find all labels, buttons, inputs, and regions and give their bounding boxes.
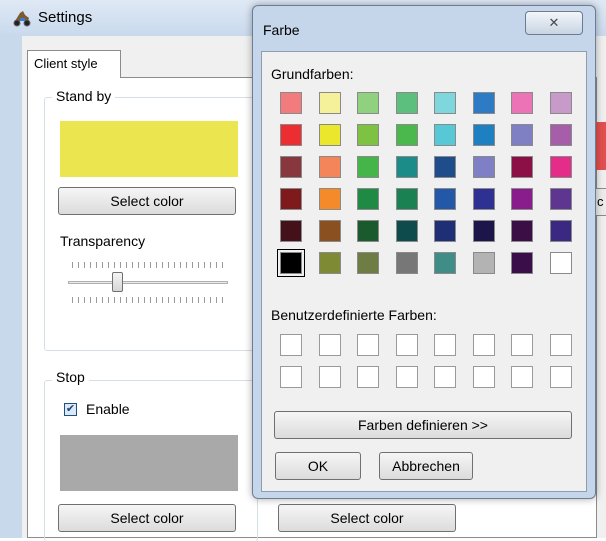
custom-color-swatch-0-3[interactable]	[395, 334, 418, 356]
standby-group-title: Stand by	[52, 88, 116, 104]
basic-color-swatch-0-0[interactable]	[280, 92, 302, 114]
basic-color-swatch-1-5[interactable]	[472, 124, 495, 146]
basic-color-swatch-5-5[interactable]	[472, 252, 495, 274]
basic-color-swatch-2-7[interactable]	[549, 156, 572, 178]
custom-color-swatch-0-4[interactable]	[434, 334, 456, 356]
basic-color-swatch-2-0[interactable]	[280, 156, 302, 178]
basic-color-swatch-2-5[interactable]	[472, 156, 495, 178]
window-frame-left	[0, 36, 22, 538]
basic-color-swatch-0-7[interactable]	[549, 92, 572, 114]
transparency-label: Transparency	[60, 233, 146, 249]
tab-client-style[interactable]: Client style	[27, 50, 121, 78]
basic-color-swatch-3-0[interactable]	[280, 188, 302, 210]
stop-group-title: Stop	[52, 369, 89, 385]
basic-color-swatch-2-3[interactable]	[395, 156, 418, 178]
custom-color-swatch-1-4[interactable]	[434, 366, 456, 388]
custom-color-swatch-1-7[interactable]	[549, 366, 572, 388]
basic-color-swatch-1-7[interactable]	[549, 124, 572, 146]
basic-color-swatch-2-4[interactable]	[434, 156, 456, 178]
standby-select-color-button[interactable]: Select color	[58, 187, 236, 215]
basic-color-swatch-5-3[interactable]	[395, 252, 418, 274]
basic-color-swatch-1-1[interactable]	[318, 124, 341, 146]
tab-client-style-label: Client style	[34, 56, 98, 71]
basic-color-swatch-1-4[interactable]	[434, 124, 456, 146]
basic-color-swatch-2-6[interactable]	[511, 156, 533, 178]
custom-color-swatch-0-7[interactable]	[549, 334, 572, 356]
basic-color-swatch-4-6[interactable]	[511, 220, 533, 242]
custom-color-swatch-1-2[interactable]	[357, 366, 379, 388]
right-color-preview	[596, 122, 606, 170]
basic-color-swatch-3-6[interactable]	[511, 188, 533, 210]
basic-color-swatch-3-4[interactable]	[434, 188, 456, 210]
basic-color-swatch-0-5[interactable]	[472, 92, 495, 114]
basic-color-swatch-5-4[interactable]	[434, 252, 456, 274]
basic-color-swatch-4-3[interactable]	[395, 220, 418, 242]
basic-color-swatch-4-5[interactable]	[472, 220, 495, 242]
slider-ticks-top	[72, 262, 226, 268]
basic-color-swatch-2-2[interactable]	[357, 156, 379, 178]
custom-color-swatch-1-5[interactable]	[472, 366, 495, 388]
basic-color-swatch-3-2[interactable]	[357, 188, 379, 210]
basic-color-swatch-4-1[interactable]	[318, 220, 341, 242]
farbe-dialog-client: Grundfarben: Benutzerdefinierte Farben: …	[261, 51, 587, 492]
basic-color-swatch-4-2[interactable]	[357, 220, 379, 242]
custom-color-swatch-1-0[interactable]	[280, 366, 302, 388]
custom-colors-label: Benutzerdefinierte Farben:	[271, 307, 437, 323]
basic-color-swatch-5-0[interactable]	[277, 249, 305, 277]
custom-color-swatch-0-1[interactable]	[318, 334, 341, 356]
basic-color-swatch-3-7[interactable]	[549, 188, 572, 210]
slider-track	[68, 281, 228, 284]
farbe-dialog-title: Farbe	[263, 22, 300, 38]
stop-select-color-button[interactable]: Select color	[58, 504, 236, 532]
basic-color-swatch-1-6[interactable]	[511, 124, 533, 146]
basic-color-swatch-0-3[interactable]	[395, 92, 418, 114]
custom-color-swatch-0-5[interactable]	[472, 334, 495, 356]
slider-ticks-bottom	[72, 297, 226, 303]
basic-color-swatch-4-0[interactable]	[280, 220, 302, 242]
close-icon: ✕	[548, 15, 560, 30]
basic-color-swatch-0-6[interactable]	[511, 92, 533, 114]
basic-color-swatch-1-3[interactable]	[395, 124, 418, 146]
custom-color-swatch-1-6[interactable]	[511, 366, 533, 388]
basic-color-swatch-0-1[interactable]	[318, 92, 341, 114]
custom-color-swatch-1-1[interactable]	[318, 366, 341, 388]
basic-color-swatch-2-1[interactable]	[318, 156, 341, 178]
enable-checkbox[interactable]: ✔	[64, 403, 77, 416]
cancel-button[interactable]: Abbrechen	[379, 452, 473, 480]
basic-color-swatch-1-2[interactable]	[357, 124, 379, 146]
close-button[interactable]: ✕	[525, 11, 583, 35]
define-colors-button[interactable]: Farben definieren >>	[274, 411, 572, 439]
right-partial-button-label: c	[597, 194, 604, 209]
basic-color-swatch-3-3[interactable]	[395, 188, 418, 210]
settings-window-title: Settings	[38, 9, 93, 26]
basic-color-swatch-3-1[interactable]	[318, 188, 341, 210]
second-select-color-button[interactable]: Select color	[278, 504, 456, 532]
basic-color-swatch-5-7[interactable]	[549, 252, 572, 274]
standby-color-preview	[60, 121, 238, 177]
basic-color-swatch-5-6[interactable]	[511, 252, 533, 274]
basic-color-swatch-4-4[interactable]	[434, 220, 456, 242]
stop-color-preview	[60, 435, 238, 491]
basic-color-swatch-3-5[interactable]	[472, 188, 495, 210]
basic-color-swatch-5-2[interactable]	[357, 252, 379, 274]
basic-color-swatch-0-4[interactable]	[434, 92, 456, 114]
basic-colors-label: Grundfarben:	[271, 66, 354, 82]
basic-color-swatch-1-0[interactable]	[280, 124, 302, 146]
basic-color-swatch-5-1[interactable]	[318, 252, 341, 274]
slider-thumb[interactable]	[112, 272, 124, 292]
custom-color-swatch-0-0[interactable]	[280, 334, 302, 356]
basic-color-swatch-0-2[interactable]	[357, 92, 379, 114]
ok-button[interactable]: OK	[275, 452, 361, 480]
basic-color-swatch-4-7[interactable]	[549, 220, 572, 242]
app-icon	[13, 11, 31, 27]
farbe-dialog: Farbe ✕ Grundfarben: Benutzerdefinierte …	[252, 5, 596, 499]
custom-color-swatch-0-6[interactable]	[511, 334, 533, 356]
custom-color-swatch-1-3[interactable]	[395, 366, 418, 388]
custom-color-swatch-0-2[interactable]	[357, 334, 379, 356]
enable-label: Enable	[86, 401, 130, 417]
